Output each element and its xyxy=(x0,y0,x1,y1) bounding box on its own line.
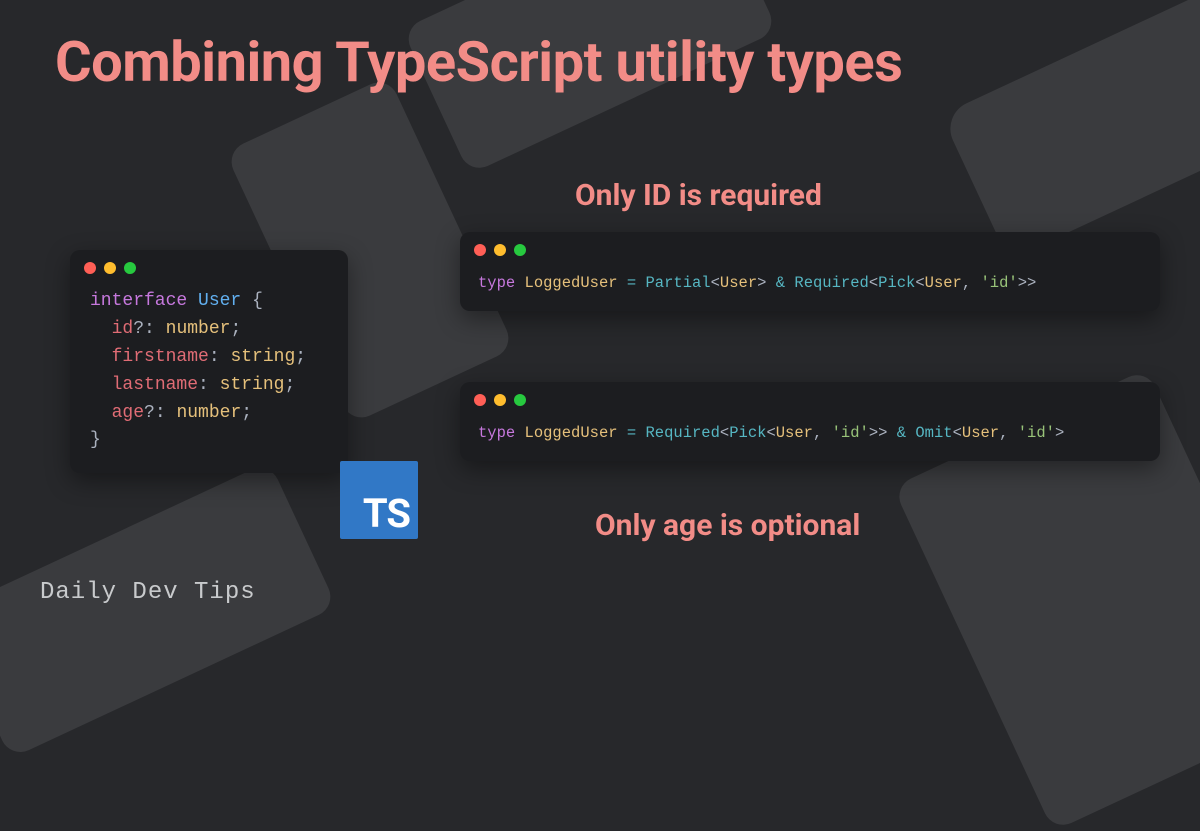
code-body: type LoggedUser = Required<Pick<User, 'i… xyxy=(460,414,1160,461)
maximize-icon xyxy=(124,262,136,274)
type-ref: User xyxy=(925,274,962,292)
close-icon xyxy=(474,394,486,406)
minimize-icon xyxy=(494,244,506,256)
utility-type: Partial xyxy=(645,274,710,292)
primitive-type: string xyxy=(230,347,295,367)
type-name: LoggedUser xyxy=(525,424,618,442)
property: lastname xyxy=(112,375,198,395)
code-body: type LoggedUser = Partial<User> & Requir… xyxy=(460,264,1160,311)
string-literal: 'id' xyxy=(981,274,1018,292)
string-literal: 'id' xyxy=(1018,424,1055,442)
traffic-lights xyxy=(460,382,1160,414)
keyword: interface xyxy=(90,291,187,311)
page-title: Combining TypeScript utility types xyxy=(0,0,1200,94)
primitive-type: number xyxy=(176,403,241,423)
minimize-icon xyxy=(104,262,116,274)
annotation-only-age: Only age is optional xyxy=(595,508,860,543)
property: firstname xyxy=(112,347,209,367)
minimize-icon xyxy=(494,394,506,406)
traffic-lights xyxy=(460,232,1160,264)
brand-name: Daily Dev Tips xyxy=(40,579,256,606)
code-window-type1: type LoggedUser = Partial<User> & Requir… xyxy=(460,232,1160,311)
keyword: type xyxy=(478,274,515,292)
close-icon xyxy=(84,262,96,274)
code-body: interface User { id?: number; firstname:… xyxy=(70,282,348,473)
property: age xyxy=(112,403,144,423)
code-window-interface: interface User { id?: number; firstname:… xyxy=(70,250,348,473)
typescript-logo-icon: TS xyxy=(340,461,418,539)
maximize-icon xyxy=(514,244,526,256)
utility-type: Required xyxy=(794,274,868,292)
brace: } xyxy=(90,430,101,450)
utility-type: Required xyxy=(645,424,719,442)
primitive-type: string xyxy=(220,375,285,395)
operator: = xyxy=(627,424,636,442)
primitive-type: number xyxy=(166,319,231,339)
utility-type: Omit xyxy=(915,424,952,442)
brace: { xyxy=(252,291,263,311)
type-ref: User xyxy=(962,424,999,442)
operator: & xyxy=(776,274,785,292)
code-window-type2: type LoggedUser = Required<Pick<User, 'i… xyxy=(460,382,1160,461)
traffic-lights xyxy=(70,250,348,282)
logo-text: TS xyxy=(363,490,410,537)
close-icon xyxy=(474,244,486,256)
property: id xyxy=(112,319,134,339)
type-name: LoggedUser xyxy=(525,274,618,292)
annotation-only-id: Only ID is required xyxy=(575,178,822,213)
type-name: User xyxy=(198,291,241,311)
utility-type: Pick xyxy=(878,274,915,292)
type-ref: User xyxy=(776,424,813,442)
utility-type: Pick xyxy=(729,424,766,442)
operator: = xyxy=(627,274,636,292)
type-ref: User xyxy=(720,274,757,292)
operator: & xyxy=(897,424,906,442)
string-literal: 'id' xyxy=(832,424,869,442)
keyword: type xyxy=(478,424,515,442)
maximize-icon xyxy=(514,394,526,406)
